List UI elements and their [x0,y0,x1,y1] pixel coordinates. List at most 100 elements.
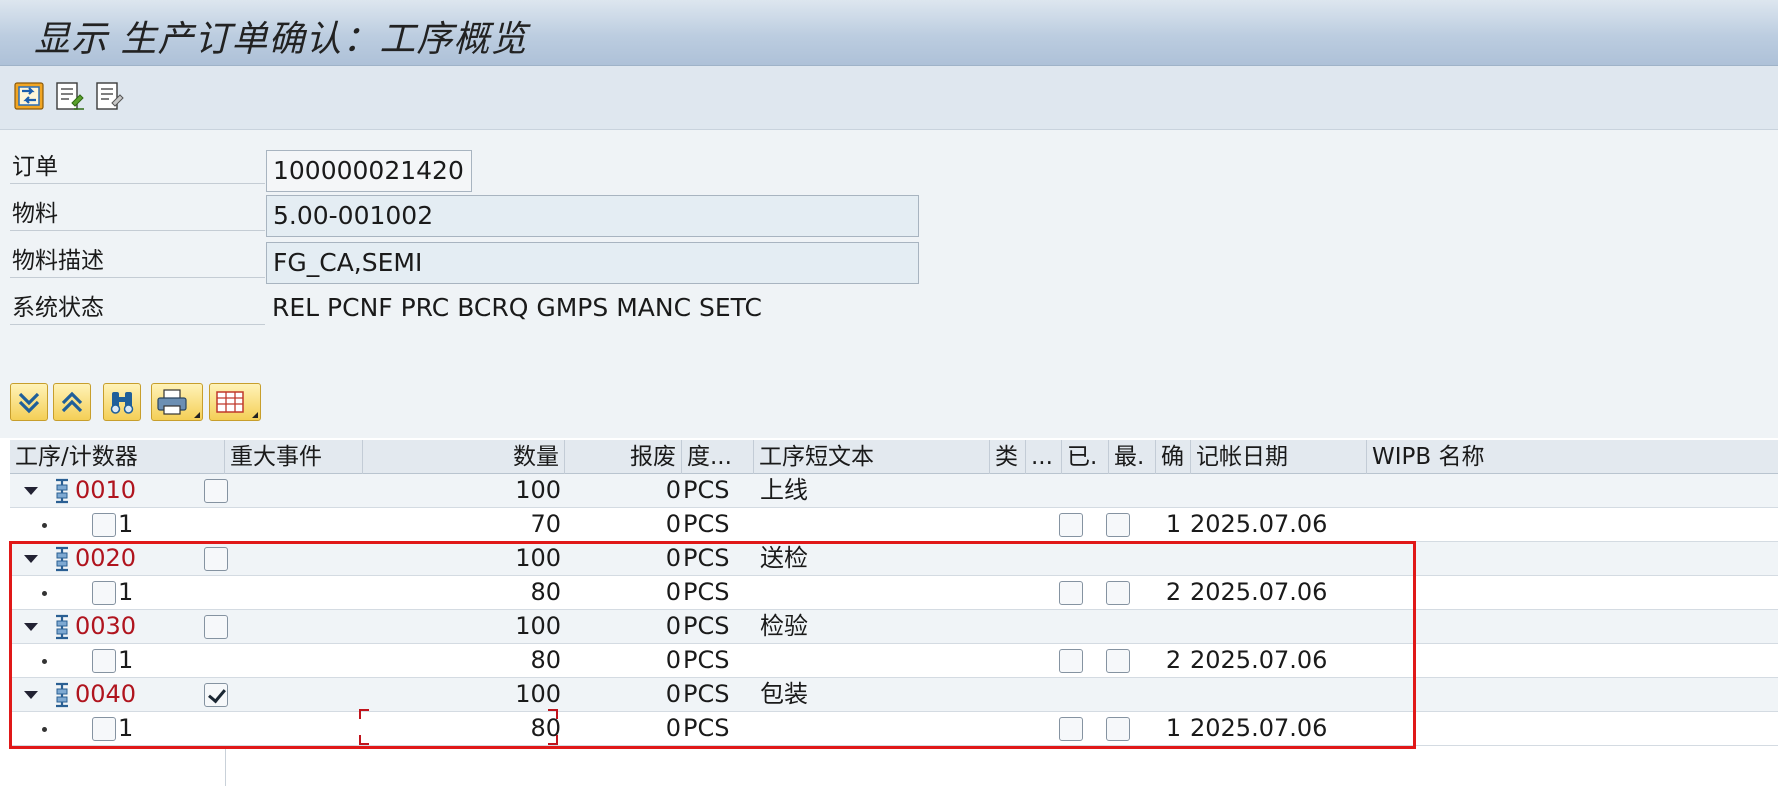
find-icon[interactable] [103,383,141,421]
print-icon[interactable] [151,383,203,421]
quantity[interactable]: 100 [363,678,561,711]
already-checkbox[interactable] [1059,581,1083,605]
display-detail-icon[interactable] [92,79,126,113]
final-confirmation-checkbox[interactable] [1106,581,1130,605]
confirmation-select-checkbox[interactable] [92,581,116,605]
expand-node-icon[interactable] [24,623,38,631]
title-bar: 显示 生产订单确认：工序概览 [0,0,1778,66]
already-checkbox[interactable] [1059,513,1083,537]
operation-row[interactable]: 0010 上线 100 0 PCS [10,474,1778,508]
unit: PCS [683,714,730,742]
system-status-value: REL PCNF PRC BCRQ GMPS MANC SETC [272,293,762,322]
operations-grid: 工序/计数器 重大事件 数量 报废 度... 工序短文本 类 ... 已. 最.… [0,440,1778,786]
operation-short-text: 送检 [760,544,808,572]
already-checkbox[interactable] [1059,649,1083,673]
operation-row[interactable]: 0040 包装 100 0 PCS [10,678,1778,712]
operation-short-text: 包装 [760,680,808,708]
confirmation-number: 1 [1165,714,1182,742]
expand-node-icon[interactable] [24,691,38,699]
operation-short-text: 上线 [760,476,808,504]
milestone-checkbox[interactable] [204,615,228,639]
unit: PCS [683,612,730,640]
confirmation-row[interactable]: 1 2 2025.07.06 80 0 PCS [10,644,1778,678]
col-header-truncated[interactable]: ... [1026,440,1062,474]
col-header-milestone[interactable]: 重大事件 [225,440,363,474]
confirmation-row[interactable]: 1 1 2025.07.06 70 0 PCS [10,508,1778,542]
operation-short-text: 检验 [760,612,808,640]
confirmation-row[interactable]: 1 1 2025.07.06 80 0 PCS [10,712,1778,746]
confirmation-number: 2 [1165,646,1182,674]
expand-node-icon[interactable] [24,487,38,495]
col-header-wipb-name[interactable]: WIPB 名称 [1367,440,1778,474]
quantity[interactable]: 80 [363,644,561,677]
col-header-confirmation[interactable]: 确 [1156,440,1191,474]
col-header-scrap[interactable]: 报废 [565,440,682,474]
posting-date: 2025.07.06 [1190,578,1328,606]
scrap-quantity: 0 [665,476,681,504]
milestone-checkbox[interactable] [204,547,228,571]
operation-number[interactable]: 0040 [75,678,136,711]
scrap-quantity: 0 [665,510,681,538]
expand-node-icon[interactable] [24,555,38,563]
col-header-quantity[interactable]: 数量 [363,440,565,474]
operation-number[interactable]: 0010 [75,474,136,507]
unit: PCS [683,680,730,708]
grid-header-row: 工序/计数器 重大事件 数量 报废 度... 工序短文本 类 ... 已. 最.… [10,440,1778,474]
order-label: 订单 [10,150,265,184]
unit: PCS [683,646,730,674]
quantity[interactable]: 100 [363,610,561,643]
quantity[interactable]: 100 [363,542,561,575]
col-header-operation-text[interactable]: 工序短文本 [754,440,990,474]
layout-icon[interactable] [209,383,261,421]
col-header-final[interactable]: 最. [1109,440,1156,474]
already-checkbox[interactable] [1059,717,1083,741]
application-toolbar [0,66,1778,130]
expand-all-icon[interactable] [10,383,48,421]
quantity[interactable]: 100 [363,474,561,507]
order-field[interactable]: 100000021420 [266,150,472,192]
leaf-node-icon [42,727,47,732]
col-header-already[interactable]: 已. [1062,440,1109,474]
edit-detail-icon[interactable] [52,79,86,113]
material-description-field[interactable]: FG_CA,SEMI [266,242,919,284]
final-confirmation-checkbox[interactable] [1106,649,1130,673]
final-confirmation-checkbox[interactable] [1106,717,1130,741]
milestone-checkbox[interactable] [204,683,228,707]
col-header-type[interactable]: 类 [990,440,1026,474]
operation-node-icon [56,682,68,708]
posting-date: 2025.07.06 [1190,510,1328,538]
collapse-all-icon[interactable] [53,383,91,421]
col-header-unit[interactable]: 度... [682,440,754,474]
confirmation-row[interactable]: 1 2 2025.07.06 80 0 PCS [10,576,1778,610]
milestone-checkbox[interactable] [204,479,228,503]
quantity[interactable]: 70 [363,508,561,541]
operation-number[interactable]: 0030 [75,610,136,643]
quantity[interactable]: 80 [363,712,561,745]
operation-number[interactable]: 0020 [75,542,136,575]
operation-row[interactable]: 0030 检验 100 0 PCS [10,610,1778,644]
confirmation-counter: 1 [118,578,134,606]
scrap-quantity: 0 [665,680,681,708]
confirmation-counter: 1 [118,714,134,742]
confirmation-counter: 1 [118,646,134,674]
posting-date: 2025.07.06 [1190,714,1328,742]
navigate-icon[interactable] [12,79,46,113]
confirmation-number: 2 [1165,578,1182,606]
col-header-operation[interactable]: 工序/计数器 [10,440,225,474]
unit: PCS [683,510,730,538]
operation-row[interactable]: 0020 送检 100 0 PCS [10,542,1778,576]
material-description-label: 物料描述 [10,244,265,278]
confirmation-select-checkbox[interactable] [92,513,116,537]
dropdown-arrow-icon [194,412,200,418]
final-confirmation-checkbox[interactable] [1106,513,1130,537]
leaf-node-icon [42,523,47,528]
confirmation-select-checkbox[interactable] [92,717,116,741]
quantity[interactable]: 80 [363,576,561,609]
material-field[interactable]: 5.00-001002 [266,195,919,237]
scrap-quantity: 0 [665,578,681,606]
col-header-posting-date[interactable]: 记帐日期 [1191,440,1367,474]
operation-node-icon [56,614,68,640]
leaf-node-icon [42,591,47,596]
window-title: 显示 生产订单确认：工序概览 [34,19,528,60]
confirmation-select-checkbox[interactable] [92,649,116,673]
